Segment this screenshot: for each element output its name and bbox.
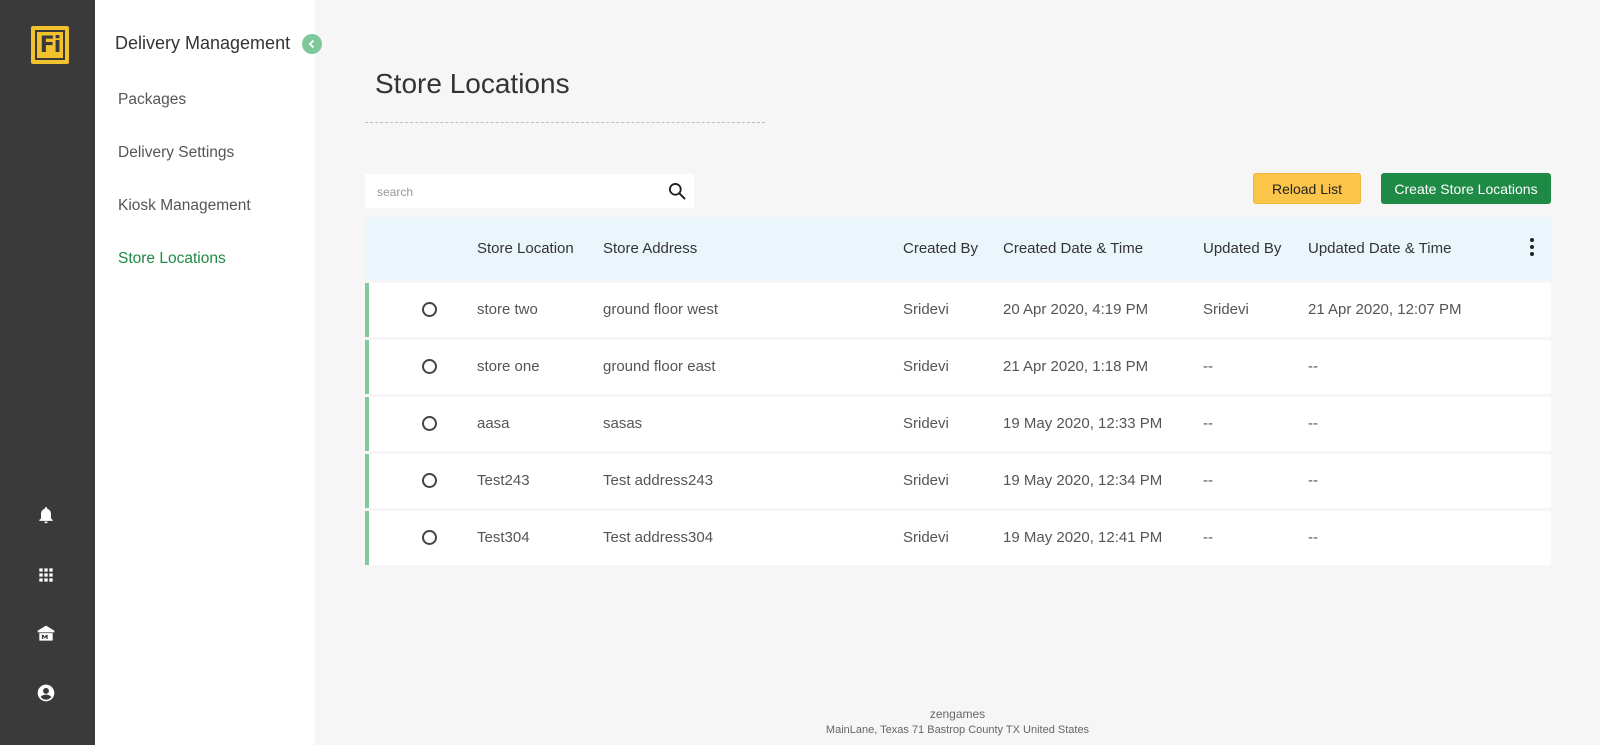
bell-icon[interactable] <box>36 505 56 525</box>
cell-store-location: Test304 <box>477 529 530 546</box>
cell-updated-date-time: 21 Apr 2020, 12:07 PM <box>1308 301 1462 318</box>
cell-created-date-time: 19 May 2020, 12:34 PM <box>1003 472 1163 489</box>
row-select-radio[interactable] <box>422 416 437 431</box>
table-row[interactable]: Test243 Test address243 Sridevi 19 May 2… <box>365 454 1551 508</box>
cell-created-by: Sridevi <box>903 415 949 432</box>
app-rail: Fi <box>0 0 95 745</box>
cell-updated-date-time: -- <box>1308 472 1318 489</box>
row-select-radio[interactable] <box>422 359 437 374</box>
cell-store-address: ground floor west <box>603 301 719 318</box>
row-select-radio[interactable] <box>422 530 437 545</box>
row-select-radio[interactable] <box>422 473 437 488</box>
cell-created-by: Sridevi <box>903 358 949 375</box>
apps-grid-icon[interactable] <box>36 565 56 585</box>
column-header-updated-by: Updated By <box>1203 240 1282 257</box>
column-header-store-location: Store Location <box>477 240 574 257</box>
cell-created-date-time: 20 Apr 2020, 4:19 PM <box>1003 301 1149 318</box>
store-locations-table: Store Location Store Address Created By … <box>365 217 1551 565</box>
nav-item-kiosk-management[interactable]: Kiosk Management <box>118 197 251 215</box>
title-divider <box>365 122 765 123</box>
column-header-updated-date-time: Updated Date & Time <box>1308 240 1452 257</box>
table-row[interactable]: aasa sasas Sridevi 19 May 2020, 12:33 PM… <box>365 397 1551 451</box>
footer-company: zengames <box>929 707 986 721</box>
cell-updated-by: -- <box>1203 529 1213 546</box>
cell-updated-date-time: -- <box>1308 358 1318 375</box>
table-row[interactable]: store two ground floor west Sridevi 20 A… <box>365 283 1551 337</box>
cell-updated-by: -- <box>1203 472 1213 489</box>
cell-store-location: Test243 <box>477 472 530 489</box>
cell-store-address: sasas <box>603 415 643 432</box>
table-header: Store Location Store Address Created By … <box>365 217 1551 280</box>
cell-store-address: ground floor east <box>603 358 716 375</box>
account-icon[interactable] <box>36 683 56 703</box>
cell-created-date-time: 19 May 2020, 12:33 PM <box>1003 415 1163 432</box>
cell-created-date-time: 21 Apr 2020, 1:18 PM <box>1003 358 1149 375</box>
footer-address: MainLane, Texas 71 Bastrop County TX Uni… <box>825 724 1090 736</box>
sub-navigation: Delivery Management Packages Delivery Se… <box>95 0 315 745</box>
cell-updated-date-time: -- <box>1308 529 1318 546</box>
cell-store-address: Test address304 <box>603 529 714 546</box>
cell-store-address: Test address243 <box>603 472 714 489</box>
chevron-left-icon <box>308 39 315 49</box>
cell-updated-by: -- <box>1203 358 1213 375</box>
nav-item-delivery-settings[interactable]: Delivery Settings <box>118 144 234 162</box>
section-title: Delivery Management <box>115 33 291 53</box>
column-header-store-address: Store Address <box>603 240 698 257</box>
create-store-locations-button[interactable]: Create Store Locations <box>1381 173 1551 204</box>
collapse-sidebar-button[interactable] <box>302 34 322 54</box>
cell-created-date-time: 19 May 2020, 12:41 PM <box>1003 529 1163 546</box>
cell-created-by: Sridevi <box>903 301 949 318</box>
search-input[interactable] <box>375 182 649 202</box>
cell-store-location: aasa <box>477 415 510 432</box>
cell-store-location: store one <box>477 358 540 375</box>
column-header-created-by: Created By <box>903 240 979 257</box>
logo-text: Fi <box>35 30 65 60</box>
cell-updated-date-time: -- <box>1308 415 1318 432</box>
nav-item-packages[interactable]: Packages <box>118 91 186 109</box>
app-logo[interactable]: Fi <box>31 26 69 64</box>
column-header-created-date-time: Created Date & Time <box>1003 240 1144 257</box>
cell-created-by: Sridevi <box>903 472 949 489</box>
store-icon[interactable] <box>36 624 56 644</box>
row-select-radio[interactable] <box>422 302 437 317</box>
search-icon[interactable] <box>667 181 687 201</box>
search-box <box>365 174 694 208</box>
cell-created-by: Sridevi <box>903 529 949 546</box>
more-options-icon[interactable] <box>1522 235 1542 259</box>
reload-list-button[interactable]: Reload List <box>1253 173 1361 204</box>
table-row[interactable]: store one ground floor east Sridevi 21 A… <box>365 340 1551 394</box>
cell-updated-by: Sridevi <box>1203 301 1249 318</box>
table-row[interactable]: Test304 Test address304 Sridevi 19 May 2… <box>365 511 1551 565</box>
nav-item-store-locations[interactable]: Store Locations <box>118 250 226 268</box>
page-title: Store Locations <box>375 68 570 99</box>
cell-store-location: store two <box>477 301 538 318</box>
cell-updated-by: -- <box>1203 415 1213 432</box>
